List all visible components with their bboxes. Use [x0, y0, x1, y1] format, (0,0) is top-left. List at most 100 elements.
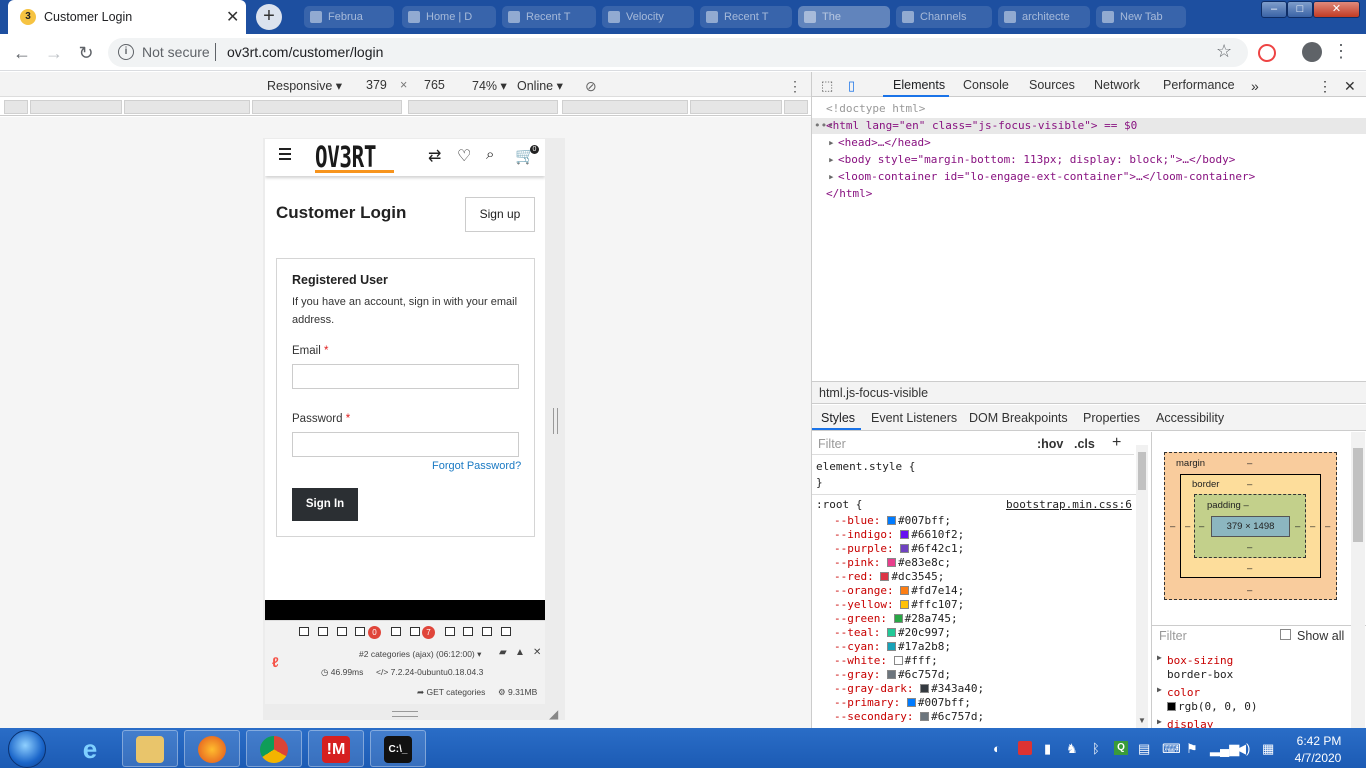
color-swatch-icon[interactable] — [900, 600, 910, 609]
background-tab[interactable]: Recent T — [700, 6, 792, 28]
compare-icon[interactable]: ⇄ — [428, 146, 441, 166]
ruler-segment[interactable] — [30, 100, 122, 114]
action-center-icon[interactable]: ⚑ — [1186, 741, 1198, 757]
subtab-dom-breakpoints[interactable]: DOM Breakpoints — [969, 411, 1068, 425]
computed-property-name[interactable]: color — [1167, 686, 1200, 699]
file-explorer-icon[interactable] — [122, 730, 178, 767]
margin-left-value[interactable]: – — [1170, 521, 1175, 532]
background-tab[interactable]: Recent T — [502, 6, 596, 28]
debug-messages-icon[interactable] — [299, 627, 309, 636]
forgot-password-link[interactable]: Forgot Password? — [432, 460, 521, 472]
tray-icon[interactable]: Q — [1114, 741, 1128, 755]
start-button[interactable] — [8, 730, 46, 768]
background-tab[interactable]: Channels — [896, 6, 992, 28]
devtools-menu-icon[interactable]: ⋮ — [1318, 78, 1332, 95]
expand-property-icon[interactable]: ▶ — [1157, 653, 1162, 662]
dom-node-html-close[interactable]: </html> — [826, 187, 872, 200]
css-variable-name[interactable]: --purple: — [834, 542, 894, 555]
devtools-close-icon[interactable]: ✕ — [1344, 78, 1356, 95]
security-label[interactable]: Not secure — [142, 44, 210, 60]
css-variable-row[interactable]: --cyan: #17a2b8; — [834, 640, 951, 653]
zoom-select[interactable]: 74% ▾ — [472, 78, 507, 93]
dom-node-body[interactable]: <body style="margin-bottom: 113px; displ… — [838, 153, 1235, 166]
network-icon[interactable]: ▂▄▆ — [1210, 741, 1239, 757]
wishlist-heart-icon[interactable]: ♡ — [457, 146, 471, 166]
color-swatch-icon[interactable] — [920, 684, 930, 693]
background-tab[interactable]: architecte — [998, 6, 1090, 28]
color-swatch-icon[interactable] — [886, 642, 896, 651]
css-variable-name[interactable]: --orange: — [834, 584, 894, 597]
ruler-segment[interactable] — [690, 100, 782, 114]
margin-right-value[interactable]: – — [1325, 521, 1330, 532]
css-variable-row[interactable]: --indigo: #6610f2; — [834, 528, 964, 541]
bookmark-star-icon[interactable]: ☆ — [1216, 41, 1232, 62]
css-variable-name[interactable]: --blue: — [834, 514, 880, 527]
css-variable-row[interactable]: --primary: #007bff; — [834, 696, 971, 709]
debug-exceptions-icon[interactable] — [337, 627, 347, 636]
background-tab[interactable]: New Tab — [1096, 6, 1186, 28]
css-variable-value[interactable]: #6610f2; — [911, 528, 964, 541]
css-variable-row[interactable]: --secondary: #6c757d; — [834, 710, 984, 723]
clock-time[interactable]: 6:42 PM — [1294, 734, 1344, 748]
sign-in-button[interactable]: Sign In — [292, 488, 358, 521]
sign-up-button[interactable]: Sign up — [465, 197, 535, 232]
close-window-button[interactable]: ✕ — [1313, 1, 1360, 18]
class-toggle[interactable]: .cls — [1074, 437, 1095, 451]
css-variable-row[interactable]: --orange: #fd7e14; — [834, 584, 964, 597]
css-variable-row[interactable]: --purple: #6f42c1; — [834, 542, 964, 555]
scroll-down-icon[interactable]: ▼ — [1138, 716, 1146, 725]
color-swatch-icon[interactable] — [886, 558, 896, 567]
debug-minimize-icon[interactable]: ▲ — [515, 647, 525, 658]
dom-doctype[interactable]: <!doctype html> — [826, 102, 925, 115]
tab-elements[interactable]: Elements — [893, 78, 945, 92]
css-variable-value[interactable]: #28a745; — [905, 612, 958, 625]
css-variable-row[interactable]: --teal: #20c997; — [834, 626, 951, 639]
css-variable-name[interactable]: --gray: — [834, 668, 880, 681]
tab-network[interactable]: Network — [1094, 78, 1140, 92]
debug-route-icon[interactable] — [391, 627, 401, 636]
bluetooth-icon[interactable]: ᛒ — [1092, 741, 1100, 756]
debug-request-select[interactable]: #2 categories (ajax) (06:12:00) ▾ — [359, 649, 481, 660]
css-variable-row[interactable]: --gray: #6c757d; — [834, 668, 951, 681]
css-variable-row[interactable]: --green: #28a745; — [834, 612, 958, 625]
css-variable-value[interactable]: #20c997; — [898, 626, 951, 639]
tab-close-icon[interactable]: ✕ — [226, 7, 239, 27]
tray-icon[interactable]: ▮ — [1044, 741, 1051, 757]
debug-mails-icon[interactable] — [445, 627, 455, 636]
ruler-segment[interactable] — [784, 100, 808, 114]
css-variable-name[interactable]: --yellow: — [834, 598, 894, 611]
color-swatch-icon[interactable] — [886, 628, 896, 637]
debug-open-icon[interactable]: ▰ — [499, 647, 507, 658]
padding-bottom-value[interactable]: – — [1247, 542, 1252, 553]
device-width-resize-handle[interactable] — [553, 408, 558, 434]
color-swatch-icon[interactable] — [880, 572, 890, 581]
color-swatch-icon[interactable] — [886, 670, 896, 679]
css-variable-row[interactable]: --blue: #007bff; — [834, 514, 951, 527]
color-swatch-icon[interactable] — [893, 656, 903, 665]
color-swatch-icon[interactable] — [886, 516, 896, 525]
css-variable-row[interactable]: --gray-dark: #343a40; — [834, 682, 984, 695]
tab-sources[interactable]: Sources — [1029, 78, 1075, 92]
css-variable-value[interactable]: #17a2b8; — [898, 640, 951, 653]
padding-right-value[interactable]: – — [1295, 521, 1300, 532]
info-icon[interactable]: i — [118, 44, 134, 60]
css-variable-value[interactable]: #dc3545; — [891, 570, 944, 583]
inspect-element-icon[interactable]: ⬚ — [821, 78, 833, 94]
css-variable-value[interactable]: #007bff; — [898, 514, 951, 527]
subtab-event-listeners[interactable]: Event Listeners — [871, 411, 957, 425]
browser-menu-icon[interactable]: ⋮ — [1332, 41, 1350, 62]
debug-views-icon[interactable] — [355, 627, 365, 636]
computed-scrollbar-thumb[interactable] — [1353, 448, 1363, 542]
css-variable-value[interactable]: #fd7e14; — [911, 584, 964, 597]
mremoteng-icon[interactable]: !M — [308, 730, 364, 767]
border-bottom-value[interactable]: – — [1247, 563, 1252, 574]
internet-explorer-icon[interactable]: e — [62, 730, 118, 767]
network-throttle-select[interactable]: Online ▾ — [517, 78, 563, 93]
css-variable-name[interactable]: --cyan: — [834, 640, 880, 653]
hover-state-toggle[interactable]: :hov — [1037, 437, 1063, 451]
power-icon[interactable]: ▦ — [1262, 741, 1274, 757]
css-variable-value[interactable]: #6c757d; — [931, 710, 984, 723]
css-variable-value[interactable]: #6c757d; — [898, 668, 951, 681]
password-field[interactable] — [292, 432, 519, 457]
ruler-segment[interactable] — [252, 100, 402, 114]
